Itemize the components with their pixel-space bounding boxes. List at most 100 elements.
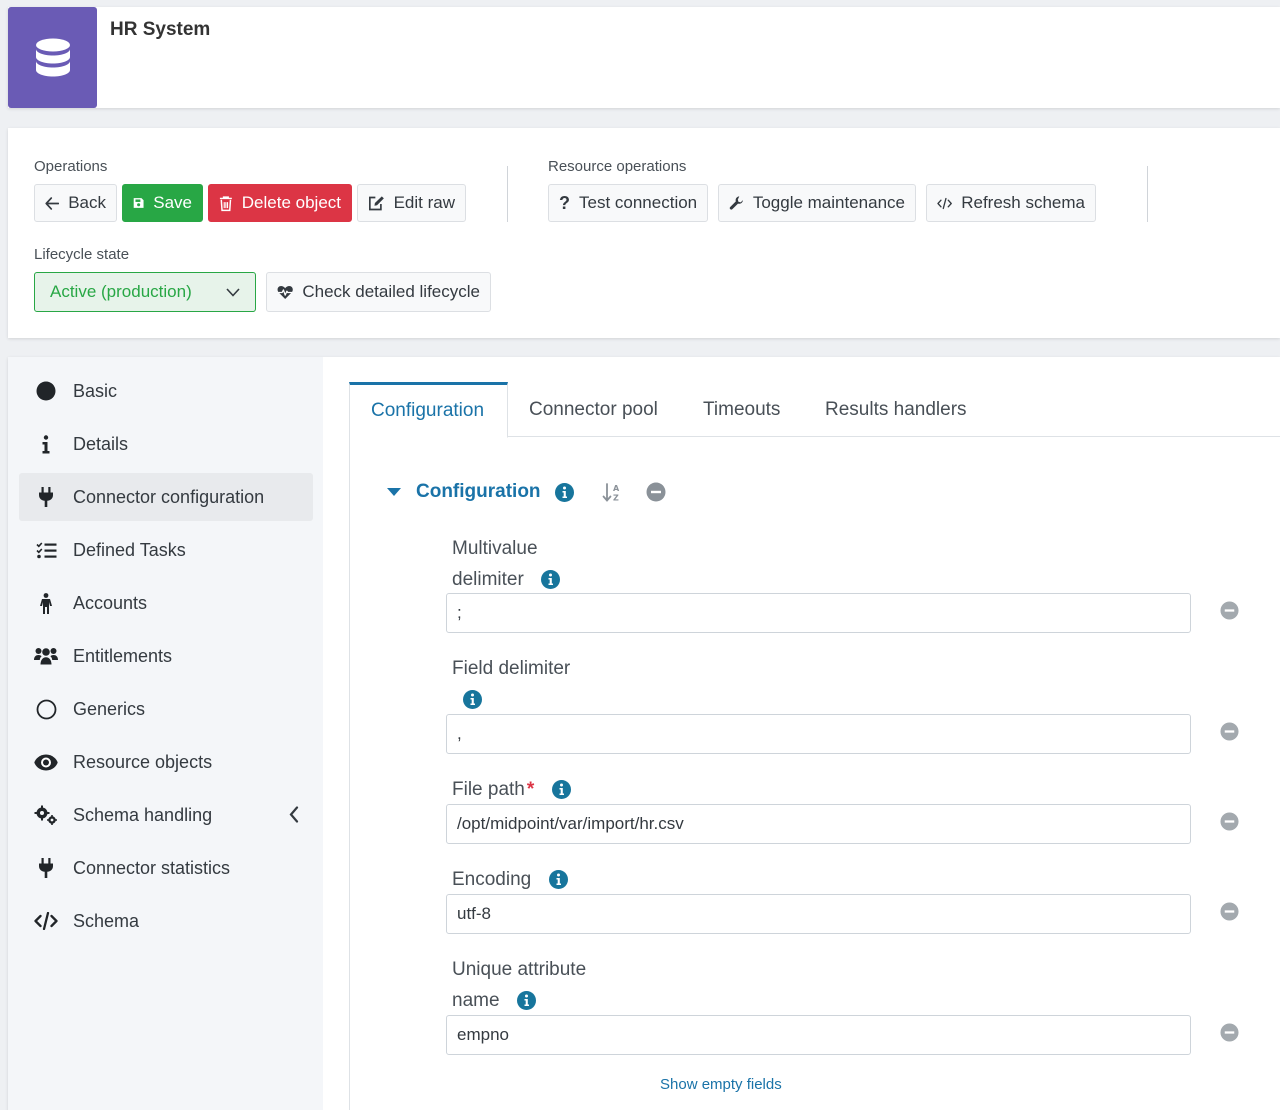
field-delimiter-input[interactable]: , [446, 714, 1191, 754]
sidebar-item-defined-tasks[interactable]: Defined Tasks [19, 526, 313, 574]
label-line: delimiter [452, 569, 524, 590]
trash-icon [219, 195, 232, 211]
delete-object-button[interactable]: Delete object [208, 184, 352, 222]
required-indicator: * [526, 779, 535, 800]
sidebar: Basic Details Connector configuration De… [8, 357, 323, 1110]
label-text: Encoding [452, 869, 532, 890]
minus-circle-icon[interactable] [646, 482, 666, 502]
tab-label: Configuration [371, 400, 485, 421]
edit-raw-label: Edit raw [393, 193, 455, 212]
sidebar-item-accounts[interactable]: Accounts [19, 579, 313, 627]
database-icon [35, 38, 70, 76]
remove-value-icon[interactable] [1220, 1023, 1239, 1042]
toolbar-divider [1147, 166, 1148, 222]
save-label: Save [153, 193, 192, 212]
sidebar-item-label: Generics [73, 698, 146, 719]
back-label: Back [68, 193, 106, 212]
info-icon[interactable] [463, 690, 482, 710]
info-icon[interactable] [548, 870, 568, 890]
tab-label: Connector pool [529, 398, 658, 420]
multivalue-delimiter-label: Multivalue delimiter [452, 533, 561, 595]
tab-label: Results handlers [825, 398, 967, 420]
sidebar-item-connector-statistics[interactable]: Connector statistics [19, 844, 313, 892]
code-icon [937, 197, 952, 209]
back-button[interactable]: Back [34, 184, 117, 222]
main-panel: Basic Details Connector configuration De… [8, 357, 1280, 1110]
label-line: name [452, 990, 500, 1011]
users-icon [34, 648, 58, 665]
arrow-left-icon [45, 196, 60, 210]
plug-icon [39, 487, 53, 507]
info-icon[interactable] [541, 570, 561, 590]
sidebar-item-label: Entitlements [73, 645, 173, 666]
tab-timeouts[interactable]: Timeouts [682, 382, 801, 437]
edit-icon [369, 195, 384, 210]
file-path-input[interactable]: /opt/midpoint/var/import/hr.csv [446, 804, 1191, 844]
multivalue-delimiter-input[interactable]: ; [446, 593, 1191, 633]
sidebar-item-schema-handling[interactable]: Schema handling [19, 791, 313, 839]
remove-value-icon[interactable] [1220, 812, 1239, 831]
configuration-tab-panel: Configuration AZ Multivalue delimiter ; … [349, 437, 1280, 1110]
check-detailed-lifecycle-button[interactable]: Check detailed lifecycle [266, 272, 491, 312]
label-line: Multivalue [452, 538, 538, 559]
refresh-schema-label: Refresh schema [961, 193, 1085, 212]
lifecycle-state-select[interactable]: Active (production) [34, 272, 256, 312]
gears-icon [34, 805, 57, 825]
sidebar-item-label: Schema handling [73, 804, 213, 825]
show-empty-fields-link[interactable]: Show empty fields [660, 1076, 782, 1093]
remove-value-icon[interactable] [1220, 722, 1239, 741]
refresh-schema-button[interactable]: Refresh schema [926, 184, 1096, 222]
resource-operations-label: Resource operations [548, 158, 687, 175]
remove-value-icon[interactable] [1220, 601, 1239, 620]
edit-raw-button[interactable]: Edit raw [357, 184, 466, 222]
toggle-maintenance-button[interactable]: Toggle maintenance [718, 184, 916, 222]
info-icon[interactable] [551, 780, 571, 800]
sort-icon[interactable]: AZ [602, 482, 624, 502]
sidebar-item-connector-configuration[interactable]: Connector configuration [19, 473, 313, 521]
sidebar-item-label: Basic [73, 380, 118, 401]
test-connection-button[interactable]: ? Test connection [548, 184, 708, 222]
configuration-section-header: Configuration AZ [386, 479, 666, 505]
toggle-maintenance-label: Toggle maintenance [752, 193, 905, 212]
operations-panel: Operations Back Save Delete object Edit … [8, 128, 1280, 338]
task-list-icon [35, 541, 56, 558]
unique-attribute-name-input[interactable]: empno [446, 1015, 1191, 1055]
remove-value-icon[interactable] [1220, 902, 1239, 921]
wrench-icon [729, 196, 743, 210]
info-icon[interactable] [516, 991, 536, 1011]
sidebar-item-schema[interactable]: Schema [19, 897, 313, 945]
sidebar-item-resource-objects[interactable]: Resource objects [19, 738, 313, 786]
sidebar-item-label: Defined Tasks [73, 539, 186, 560]
encoding-label: Encoding [452, 864, 568, 895]
sidebar-item-entitlements[interactable]: Entitlements [19, 632, 313, 680]
sidebar-item-label: Connector statistics [73, 857, 231, 878]
tab-configuration[interactable]: Configuration [349, 382, 508, 438]
heartbeat-icon [277, 285, 293, 299]
section-title[interactable]: Configuration [416, 481, 541, 503]
operations-label: Operations [34, 158, 108, 175]
tab-connector-pool[interactable]: Connector pool [508, 382, 679, 437]
sidebar-item-details[interactable]: Details [19, 420, 313, 468]
eye-icon [34, 754, 58, 770]
encoding-input[interactable]: utf-8 [446, 894, 1191, 934]
resource-icon-box [8, 7, 97, 108]
sidebar-item-generics[interactable]: Generics [19, 685, 313, 733]
save-button[interactable]: Save [122, 184, 203, 222]
delete-object-label: Delete object [241, 193, 341, 212]
plug-icon [39, 858, 53, 878]
sidebar-item-label: Details [73, 433, 129, 454]
tab-label: Timeouts [703, 398, 781, 420]
unique-attribute-name-label: Unique attribute name [452, 954, 586, 1016]
chevron-left-icon [289, 806, 299, 823]
info-icon[interactable] [554, 482, 574, 502]
file-path-label: File path * [452, 774, 571, 805]
caret-down-icon[interactable] [386, 487, 402, 497]
svg-text:A: A [613, 484, 620, 493]
tab-results-handlers[interactable]: Results handlers [804, 382, 988, 437]
sidebar-item-label: Resource objects [73, 751, 213, 772]
label-line: Field delimiter [452, 658, 571, 679]
sidebar-item-basic[interactable]: Basic [19, 367, 313, 415]
chevron-down-icon [226, 287, 240, 297]
lifecycle-state-value: Active (production) [50, 282, 192, 301]
check-detailed-lifecycle-label: Check detailed lifecycle [302, 282, 480, 301]
